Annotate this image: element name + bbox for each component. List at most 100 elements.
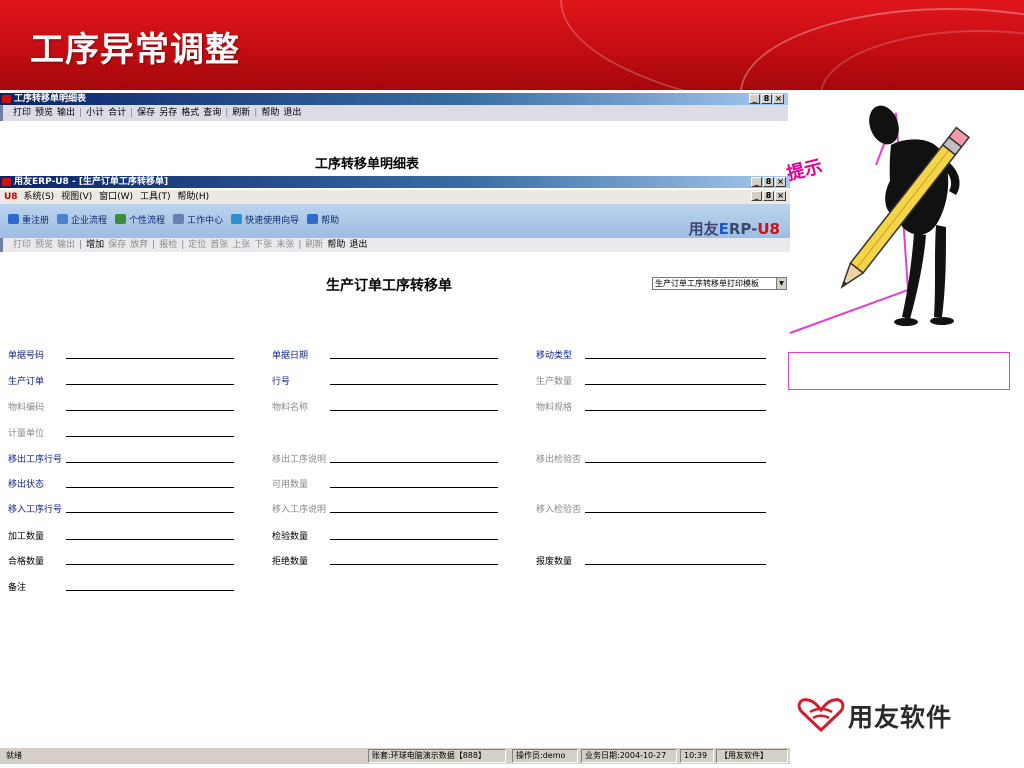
field-input[interactable]	[66, 410, 234, 411]
field-label: 生产订单	[8, 377, 45, 387]
nav-item-personal-flow[interactable]: 个性流程	[115, 214, 166, 226]
report-toolbar-button[interactable]: 小计	[86, 108, 104, 118]
report-toolbar-button[interactable]: 退出	[283, 108, 301, 118]
field-input[interactable]	[330, 564, 498, 565]
minimize-button[interactable]: _	[751, 191, 762, 201]
report-toolbar-button[interactable]: 帮助	[261, 108, 279, 118]
field-input[interactable]	[585, 564, 766, 565]
field-label: 备注	[8, 583, 27, 593]
erp-toolbar-button[interactable]: 首张	[210, 240, 228, 250]
status-account: 账套:环球电脑演示数据【888】	[368, 749, 506, 763]
nav-item-label: 个性流程	[129, 216, 166, 226]
wizard-icon	[231, 214, 243, 224]
erp-toolbar-button[interactable]: 放弃	[130, 240, 148, 250]
erp-toolbar-button[interactable]: 预览	[35, 240, 53, 250]
erp-toolbar-button[interactable]: 增加	[86, 240, 104, 250]
field-input[interactable]	[585, 358, 766, 359]
field-label: 可用数量	[272, 480, 309, 490]
toolbar-separator: |	[181, 240, 185, 250]
field-input[interactable]	[66, 564, 234, 565]
field-input[interactable]	[66, 462, 234, 463]
field-input[interactable]	[585, 462, 766, 463]
report-toolbar-button[interactable]: 合计	[108, 108, 126, 118]
stick-figure-with-pencil-illustration	[789, 105, 970, 334]
report-toolbar-button[interactable]: 预览	[35, 108, 53, 118]
nav-item-help[interactable]: 帮助	[307, 214, 339, 226]
restore-button[interactable]: 8	[763, 191, 774, 201]
report-toolbar-button[interactable]: 格式	[181, 108, 199, 118]
nav-item-label: 快速使用向导	[245, 216, 300, 226]
menu-window[interactable]: 窗口(W)	[99, 192, 133, 202]
report-toolbar-button[interactable]: 打印	[13, 108, 31, 118]
close-button[interactable]: ×	[773, 94, 784, 104]
field-input[interactable]	[66, 487, 234, 488]
toolbar-separator: |	[225, 108, 229, 118]
field-input[interactable]	[585, 384, 766, 385]
toolbar-separator: |	[79, 108, 83, 118]
report-toolbar-button[interactable]: 刷新	[232, 108, 250, 118]
chevron-down-icon[interactable]: ▼	[776, 278, 786, 289]
field-input[interactable]	[585, 410, 766, 411]
toolbar-separator: |	[79, 240, 83, 250]
report-window: 工序转移单明细表 _ 8 × 打印 预览 输出 | 小计 合计 | 保存 另存 格式 查询 | 刷新 | 帮…	[0, 93, 788, 123]
erp-toolbar-button[interactable]: 刷新	[305, 240, 323, 250]
field-label: 移动类型	[536, 351, 573, 361]
erp-window-titlebar[interactable]: 用友ERP-U8 - [生产订单工序转移单] _ 8 ×	[0, 176, 790, 188]
stick-figure-icon	[869, 105, 960, 326]
erp-toolbar-button[interactable]: 下张	[254, 240, 272, 250]
menu-help[interactable]: 帮助(H)	[177, 192, 209, 202]
menu-view[interactable]: 视图(V)	[61, 192, 92, 202]
slide-title: 工序异常调整	[30, 30, 240, 70]
field-input[interactable]	[66, 384, 234, 385]
slide-header-banner: 工序异常调整	[0, 0, 1024, 90]
nav-item-org-flow[interactable]: 企业流程	[57, 214, 107, 226]
field-input[interactable]	[66, 539, 234, 540]
erp-toolbar-button[interactable]: 帮助	[327, 240, 345, 250]
erp-menubar: U8 系统(S) 视图(V) 窗口(W) 工具(T) 帮助(H) _ 8 ×	[0, 190, 790, 204]
erp-toolbar-button[interactable]: 打印	[13, 240, 31, 250]
restore-button[interactable]: 8	[761, 94, 772, 104]
field-input[interactable]	[66, 358, 234, 359]
erp-toolbar-button[interactable]: 定位	[188, 240, 206, 250]
field-input[interactable]	[66, 590, 234, 591]
nav-items: 重注册 企业流程 个性流程 工作中心 快速使用向导 帮助	[8, 214, 347, 226]
report-toolbar-button[interactable]: 保存	[137, 108, 155, 118]
nav-item-work-center[interactable]: 工作中心	[173, 214, 223, 226]
erp-toolbar-button[interactable]: 退出	[349, 240, 367, 250]
field-input[interactable]	[66, 512, 234, 513]
field-input[interactable]	[66, 436, 234, 437]
print-template-select[interactable]: 生产订单工序转移单打印模板 ▼	[652, 277, 787, 290]
nav-item-wizard[interactable]: 快速使用向导	[231, 214, 300, 226]
field-input[interactable]	[330, 358, 498, 359]
field-input[interactable]	[330, 512, 498, 513]
brand-name: 用友软件	[848, 703, 953, 732]
erp-toolbar-button[interactable]: 保存	[108, 240, 126, 250]
menu-system[interactable]: 系统(S)	[23, 192, 54, 202]
field-label: 拒绝数量	[272, 557, 309, 567]
nav-item-register[interactable]: 重注册	[8, 214, 49, 226]
field-input[interactable]	[330, 487, 498, 488]
minimize-button[interactable]: _	[749, 94, 760, 104]
menu-tools[interactable]: 工具(T)	[140, 192, 171, 202]
brand-e: E	[718, 220, 729, 238]
erp-window: 用友ERP-U8 - [生产订单工序转移单] _ 8 × U8 系统(S) 视图…	[0, 176, 790, 256]
report-window-titlebar[interactable]: 工序转移单明细表 _ 8 ×	[0, 93, 788, 105]
field-input[interactable]	[330, 384, 498, 385]
window-controls: _ 8 ×	[751, 177, 786, 187]
erp-toolbar-button[interactable]: 上张	[232, 240, 250, 250]
erp-toolbar-button[interactable]: 报检	[159, 240, 177, 250]
report-toolbar: 打印 预览 输出 | 小计 合计 | 保存 另存 格式 查询 | 刷新 | 帮助 退出	[0, 105, 788, 121]
report-toolbar-button[interactable]: 输出	[57, 108, 75, 118]
close-button[interactable]: ×	[775, 191, 786, 201]
field-input[interactable]	[585, 512, 766, 513]
field-input[interactable]	[330, 539, 498, 540]
report-toolbar-button[interactable]: 查询	[203, 108, 221, 118]
erp-toolbar-button[interactable]: 末张	[276, 240, 294, 250]
field-input[interactable]	[330, 462, 498, 463]
erp-toolbar-button[interactable]: 输出	[57, 240, 75, 250]
close-button[interactable]: ×	[775, 177, 786, 187]
minimize-button[interactable]: _	[751, 177, 762, 187]
field-input[interactable]	[330, 410, 498, 411]
report-toolbar-button[interactable]: 另存	[159, 108, 177, 118]
restore-button[interactable]: 8	[763, 177, 774, 187]
